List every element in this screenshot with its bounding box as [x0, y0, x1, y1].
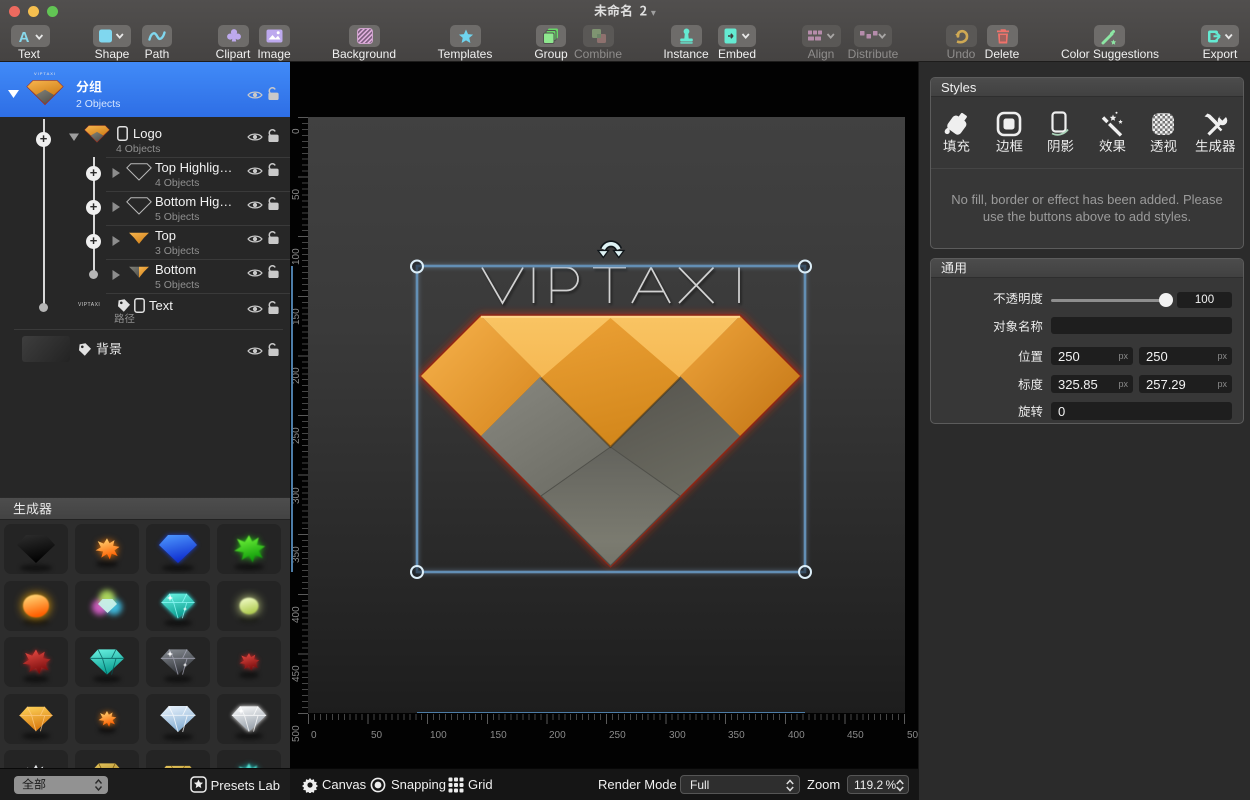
- svg-text:A: A: [18, 29, 29, 44]
